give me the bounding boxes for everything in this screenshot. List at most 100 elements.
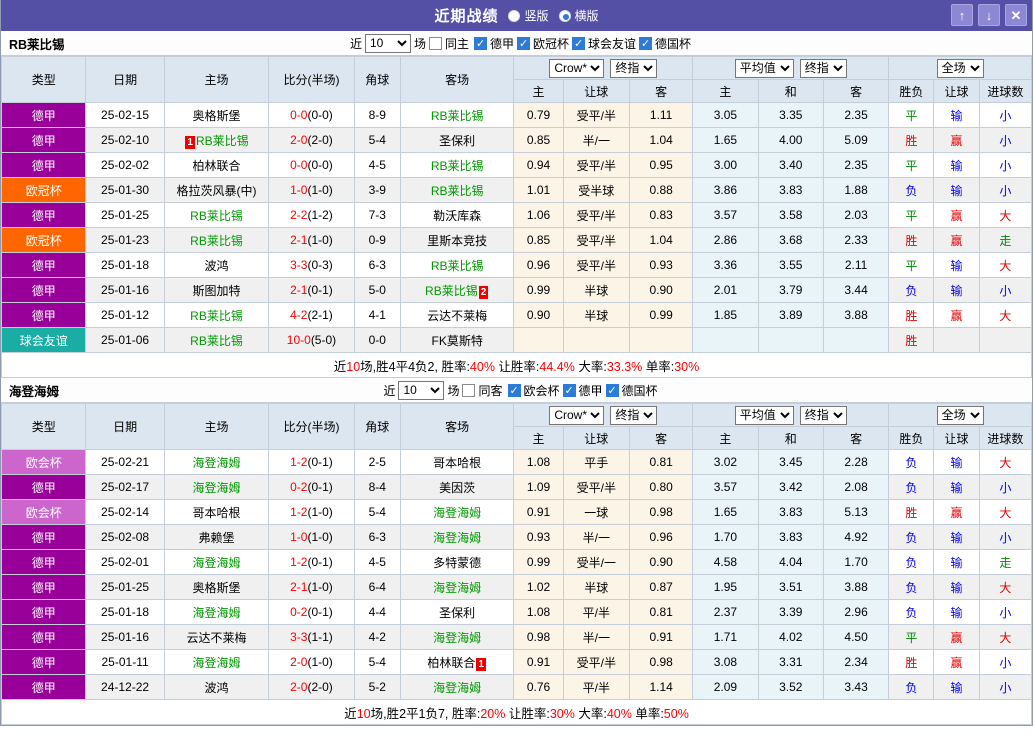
sub-column-header: 主 — [514, 427, 563, 450]
select-header-cell: Crow* 终指 — [514, 404, 693, 427]
summary-text: 10 — [346, 360, 360, 374]
final-index-select[interactable]: 终指 — [800, 59, 847, 78]
league-checkbox-label: 球会友谊 — [588, 35, 636, 52]
result-goals: 小 — [979, 153, 1031, 178]
match-count-select[interactable]: 10 — [365, 34, 411, 53]
result-win-draw-loss: 平 — [889, 203, 934, 228]
match-date: 25-01-30 — [86, 178, 164, 203]
handicap-line: 受平/半 — [563, 253, 629, 278]
league-checkbox[interactable] — [474, 37, 487, 50]
filter-row: RB莱比锡 近 10 场 同主 德甲欧冠杯球会友谊德国杯 — [1, 31, 1032, 56]
near-label: 近 — [350, 35, 362, 52]
match-row: 德甲 25-01-11 海登海姆 2-0(1-0) 5-4 柏林联合1 0.91… — [2, 650, 1032, 675]
handicap-line: 受半球 — [563, 178, 629, 203]
average-select[interactable]: 平均值 — [735, 59, 794, 78]
away-team: 美因茨 — [400, 475, 514, 500]
handicap-away-odds: 0.90 — [629, 278, 692, 303]
avg-home-odds: 1.65 — [693, 500, 758, 525]
avg-home-odds: 3.57 — [693, 475, 758, 500]
handicap-away-odds: 0.91 — [629, 625, 692, 650]
league-badge: 德甲 — [2, 525, 86, 550]
sub-column-header: 客 — [823, 427, 888, 450]
score-halftime: 1-2(1-0) — [269, 500, 354, 525]
avg-draw-odds: 3.58 — [758, 203, 823, 228]
score-halftime: 0-2(0-1) — [269, 600, 354, 625]
match-date: 25-02-21 — [86, 450, 164, 475]
radio-horizontal-layout[interactable]: 横版 — [559, 7, 599, 24]
league-checkbox[interactable] — [606, 384, 619, 397]
result-goals: 小 — [979, 278, 1031, 303]
handicap-home-odds: 0.91 — [514, 650, 563, 675]
league-checkbox[interactable] — [572, 37, 585, 50]
league-checkbox[interactable] — [508, 384, 521, 397]
scope-select[interactable]: 全场 — [937, 59, 984, 78]
column-header: 客场 — [400, 57, 514, 103]
summary-text: 40% — [470, 360, 495, 374]
summary-text: 大率: — [575, 707, 607, 721]
corners: 7-3 — [354, 203, 400, 228]
final-index-select[interactable]: 终指 — [800, 406, 847, 425]
home-team: 奥格斯堡 — [164, 575, 269, 600]
close-button[interactable]: ✕ — [1005, 4, 1027, 26]
scope-select[interactable]: 全场 — [937, 406, 984, 425]
result-win-draw-loss: 胜 — [889, 228, 934, 253]
halftime-score: (1-2) — [307, 208, 332, 222]
move-down-button[interactable]: ↓ — [978, 4, 1000, 26]
halftime-score: (1-1) — [307, 630, 332, 644]
team-label: FK莫斯特 — [431, 334, 482, 348]
result-handicap — [934, 328, 979, 353]
same-venue-checkbox[interactable] — [429, 37, 442, 50]
avg-draw-odds: 3.51 — [758, 575, 823, 600]
final-index-select[interactable]: 终指 — [610, 59, 657, 78]
away-team: RB莱比锡2 — [400, 278, 514, 303]
result-win-draw-loss: 负 — [889, 575, 934, 600]
fulltime-score: 2-0 — [290, 655, 307, 669]
avg-draw-odds: 3.83 — [758, 525, 823, 550]
radio-horizontal-icon — [559, 10, 571, 22]
result-goals: 走 — [979, 550, 1031, 575]
team-label: 海登海姆 — [433, 681, 481, 695]
odds-company-select[interactable]: Crow* — [549, 59, 604, 78]
league-checkbox[interactable] — [639, 37, 652, 50]
league-checkbox[interactable] — [517, 37, 530, 50]
match-row: 德甲 25-01-25 RB莱比锡 2-2(1-2) 7-3 勒沃库森 1.06… — [2, 203, 1032, 228]
avg-away-odds: 4.92 — [823, 525, 888, 550]
final-index-select[interactable]: 终指 — [610, 406, 657, 425]
halftime-score: (0-1) — [307, 480, 332, 494]
fulltime-score: 10-0 — [287, 333, 311, 347]
radio-vertical-layout[interactable]: 竖版 — [508, 7, 548, 24]
avg-home-odds: 3.36 — [693, 253, 758, 278]
summary-text: 大率: — [575, 360, 607, 374]
avg-home-odds: 3.57 — [693, 203, 758, 228]
result-win-draw-loss: 负 — [889, 525, 934, 550]
average-select[interactable]: 平均值 — [735, 406, 794, 425]
sub-column-header: 客 — [629, 427, 692, 450]
league-badge: 德甲 — [2, 203, 86, 228]
same-venue-checkbox[interactable] — [462, 384, 475, 397]
league-badge: 德甲 — [2, 550, 86, 575]
match-count-select[interactable]: 10 — [398, 381, 444, 400]
handicap-home-odds: 0.98 — [514, 625, 563, 650]
avg-away-odds: 2.03 — [823, 203, 888, 228]
avg-away-odds: 2.33 — [823, 228, 888, 253]
avg-draw-odds: 3.89 — [758, 303, 823, 328]
avg-home-odds: 2.09 — [693, 675, 758, 700]
result-handicap: 赢 — [934, 625, 979, 650]
match-row: 德甲 25-02-17 海登海姆 0-2(0-1) 8-4 美因茨 1.09 受… — [2, 475, 1032, 500]
result-handicap: 输 — [934, 675, 979, 700]
league-badge: 德甲 — [2, 675, 86, 700]
handicap-line: 受半/一 — [563, 550, 629, 575]
sub-column-header: 主 — [693, 80, 758, 103]
score-halftime: 1-2(0-1) — [269, 450, 354, 475]
move-up-button[interactable]: ↑ — [951, 4, 973, 26]
halftime-score: (0-0) — [307, 108, 332, 122]
away-team: FK莫斯特 — [400, 328, 514, 353]
avg-draw-odds: 3.83 — [758, 178, 823, 203]
score-halftime: 2-0(1-0) — [269, 650, 354, 675]
score-halftime: 2-2(1-2) — [269, 203, 354, 228]
corners: 2-5 — [354, 450, 400, 475]
team-label: 斯图加特 — [193, 284, 241, 298]
tables-container: RB莱比锡 近 10 场 同主 德甲欧冠杯球会友谊德国杯 类型日期主场比分(半场… — [1, 31, 1032, 725]
odds-company-select[interactable]: Crow* — [549, 406, 604, 425]
league-checkbox[interactable] — [563, 384, 576, 397]
